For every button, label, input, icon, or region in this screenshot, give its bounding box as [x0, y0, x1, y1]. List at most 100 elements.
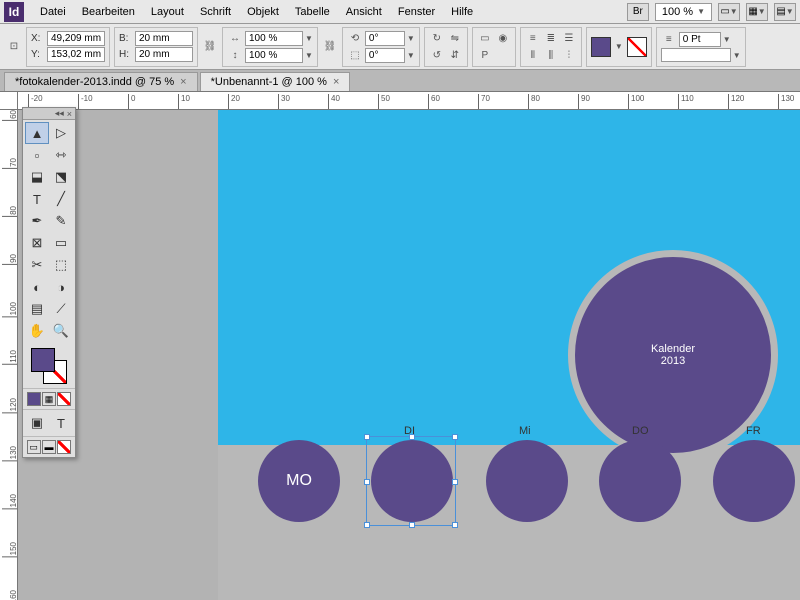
rotate-cw-icon[interactable]: ↻	[429, 30, 445, 46]
eyedropper-tool[interactable]: ⟋	[49, 298, 73, 320]
collapse-icon[interactable]: ◂◂	[55, 108, 64, 119]
rectangle-frame-tool[interactable]: ⊠	[25, 232, 49, 254]
width-input[interactable]	[135, 31, 193, 46]
x-input[interactable]	[47, 31, 105, 46]
zoom-tool[interactable]: 🔍	[49, 320, 73, 342]
tab-unbenannt[interactable]: *Unbenannt-1 @ 100 %×	[200, 72, 351, 91]
title-line1: Kalender	[651, 343, 695, 355]
horizontal-ruler[interactable]: -20-100102030405060708090100110120130140	[18, 92, 800, 110]
line-tool[interactable]: ╱	[49, 188, 73, 210]
fill-stroke-control[interactable]	[23, 344, 75, 388]
rectangle-tool[interactable]: ▭	[49, 232, 73, 254]
screen-mode-button[interactable]: ▭▼	[718, 3, 740, 21]
free-transform-tool[interactable]: ⬚	[49, 254, 73, 276]
gradient-feather-tool[interactable]: ◑	[49, 276, 73, 298]
scale-x-icon: ↔	[227, 30, 243, 46]
menu-ansicht[interactable]: Ansicht	[338, 2, 390, 22]
menu-fenster[interactable]: Fenster	[390, 2, 443, 22]
day-circle-do[interactable]	[599, 440, 681, 522]
align-5-icon[interactable]: ⫼	[543, 47, 559, 63]
selection-tool[interactable]: ▲	[25, 122, 49, 144]
align-6-icon[interactable]: ⫶	[561, 47, 577, 63]
day-circle-di[interactable]	[371, 440, 453, 522]
apply-color-icon[interactable]	[27, 392, 41, 406]
page: Kalender 2013 MODIMiDOFR	[218, 110, 800, 600]
align-tools: ≡≣☰ ⫴⫼⫶	[520, 27, 582, 67]
constrain-icon[interactable]: ⛓	[202, 39, 218, 55]
y-input[interactable]	[47, 47, 105, 62]
workspace-button[interactable]: ▤▼	[774, 3, 796, 21]
menu-hilfe[interactable]: Hilfe	[443, 2, 481, 22]
rotate-icon: ⟲	[347, 30, 363, 46]
menu-schrift[interactable]: Schrift	[192, 2, 239, 22]
fill-swatch-icon[interactable]	[591, 37, 611, 57]
tab-fotokalender[interactable]: *fotokalender-2013.indd @ 75 %×	[4, 72, 198, 91]
rotate-input[interactable]	[365, 31, 405, 46]
view-mode-2-icon[interactable]: ▬	[42, 440, 56, 454]
scale-x-input[interactable]	[245, 31, 303, 46]
menu-tabelle[interactable]: Tabelle	[287, 2, 338, 22]
select-container-icon[interactable]: ▭	[477, 30, 493, 46]
note-tool[interactable]: ▤	[25, 298, 49, 320]
scale-group: ↔▼ ↕▼	[222, 27, 318, 67]
content-placer-icon[interactable]: ⬔	[49, 166, 73, 188]
bridge-button[interactable]: Br	[627, 3, 649, 21]
align-2-icon[interactable]: ≣	[543, 30, 559, 46]
app-logo-icon: Id	[4, 2, 24, 22]
gradient-swatch-tool[interactable]: ◐	[25, 276, 49, 298]
shear-input[interactable]	[365, 48, 405, 63]
pencil-tool[interactable]: ✎	[49, 210, 73, 232]
preview-view-icon[interactable]: T	[49, 412, 73, 434]
pen-tool[interactable]: ✒	[25, 210, 49, 232]
align-3-icon[interactable]: ☰	[561, 30, 577, 46]
day-circle-mi[interactable]	[486, 440, 568, 522]
select-content-icon[interactable]: ◉	[495, 30, 511, 46]
hand-tool[interactable]: ✋	[25, 320, 49, 342]
page-tool[interactable]: ▫	[25, 144, 49, 166]
view-mode-3-icon[interactable]	[57, 440, 71, 454]
ruler-origin[interactable]	[0, 92, 18, 110]
apply-gradient-icon[interactable]: ▦	[42, 392, 56, 406]
scale-y-input[interactable]	[245, 48, 303, 63]
height-input[interactable]	[135, 47, 193, 62]
direct-selection-tool[interactable]: ▷	[49, 122, 73, 144]
reference-point-icon[interactable]: ⊡	[6, 39, 22, 55]
toolbox-header[interactable]: ◂◂ ×	[23, 108, 75, 120]
type-tool[interactable]: T	[25, 188, 49, 210]
day-label: Mi	[519, 425, 531, 437]
control-bar: ⊡ X: Y: B: H: ⛓ ↔▼ ↕▼ ⛓ ⟲▼ ⬚▼ ↻⇋ ↺⇵ ▭◉ P…	[0, 24, 800, 70]
flip-v-icon[interactable]: ⇵	[447, 47, 463, 63]
zoom-value: 100 %	[662, 6, 693, 18]
align-1-icon[interactable]: ≡	[525, 30, 541, 46]
content-collector-icon[interactable]: ⬓	[25, 166, 49, 188]
fill-color-icon[interactable]	[31, 348, 55, 372]
day-label: DO	[632, 425, 649, 437]
close-icon[interactable]: ×	[67, 109, 72, 119]
stroke-style-selector[interactable]	[661, 48, 731, 62]
view-mode-1-icon[interactable]: ▭	[27, 440, 41, 454]
para-style-icon[interactable]: P	[477, 47, 493, 63]
stroke-weight-input[interactable]	[679, 32, 721, 47]
menu-datei[interactable]: Datei	[32, 2, 74, 22]
day-circle-fr[interactable]	[713, 440, 795, 522]
rotate-ccw-icon[interactable]: ↺	[429, 47, 445, 63]
flip-h-icon[interactable]: ⇋	[447, 30, 463, 46]
apply-none-icon[interactable]	[57, 392, 71, 406]
day-circle-mo[interactable]: MO	[258, 440, 340, 522]
close-icon[interactable]: ×	[333, 76, 339, 88]
canvas[interactable]: Kalender 2013 MODIMiDOFR	[18, 110, 800, 600]
scissors-tool[interactable]: ✂	[25, 254, 49, 276]
close-icon[interactable]: ×	[180, 76, 186, 88]
normal-view-icon[interactable]: ▣	[25, 412, 49, 434]
menu-layout[interactable]: Layout	[143, 2, 192, 22]
arrange-button[interactable]: ▦▼	[746, 3, 768, 21]
chevron-down-icon[interactable]: ▼	[615, 42, 623, 51]
no-stroke-icon[interactable]	[627, 37, 647, 57]
constrain-scale-icon[interactable]: ⛓	[322, 39, 338, 55]
zoom-selector[interactable]: 100 %▼	[655, 3, 712, 21]
vertical-ruler[interactable]: 60708090100110120130140150160	[0, 110, 18, 600]
gap-tool[interactable]: ⇿	[49, 144, 73, 166]
align-4-icon[interactable]: ⫴	[525, 47, 541, 63]
menu-bearbeiten[interactable]: Bearbeiten	[74, 2, 143, 22]
menu-objekt[interactable]: Objekt	[239, 2, 287, 22]
